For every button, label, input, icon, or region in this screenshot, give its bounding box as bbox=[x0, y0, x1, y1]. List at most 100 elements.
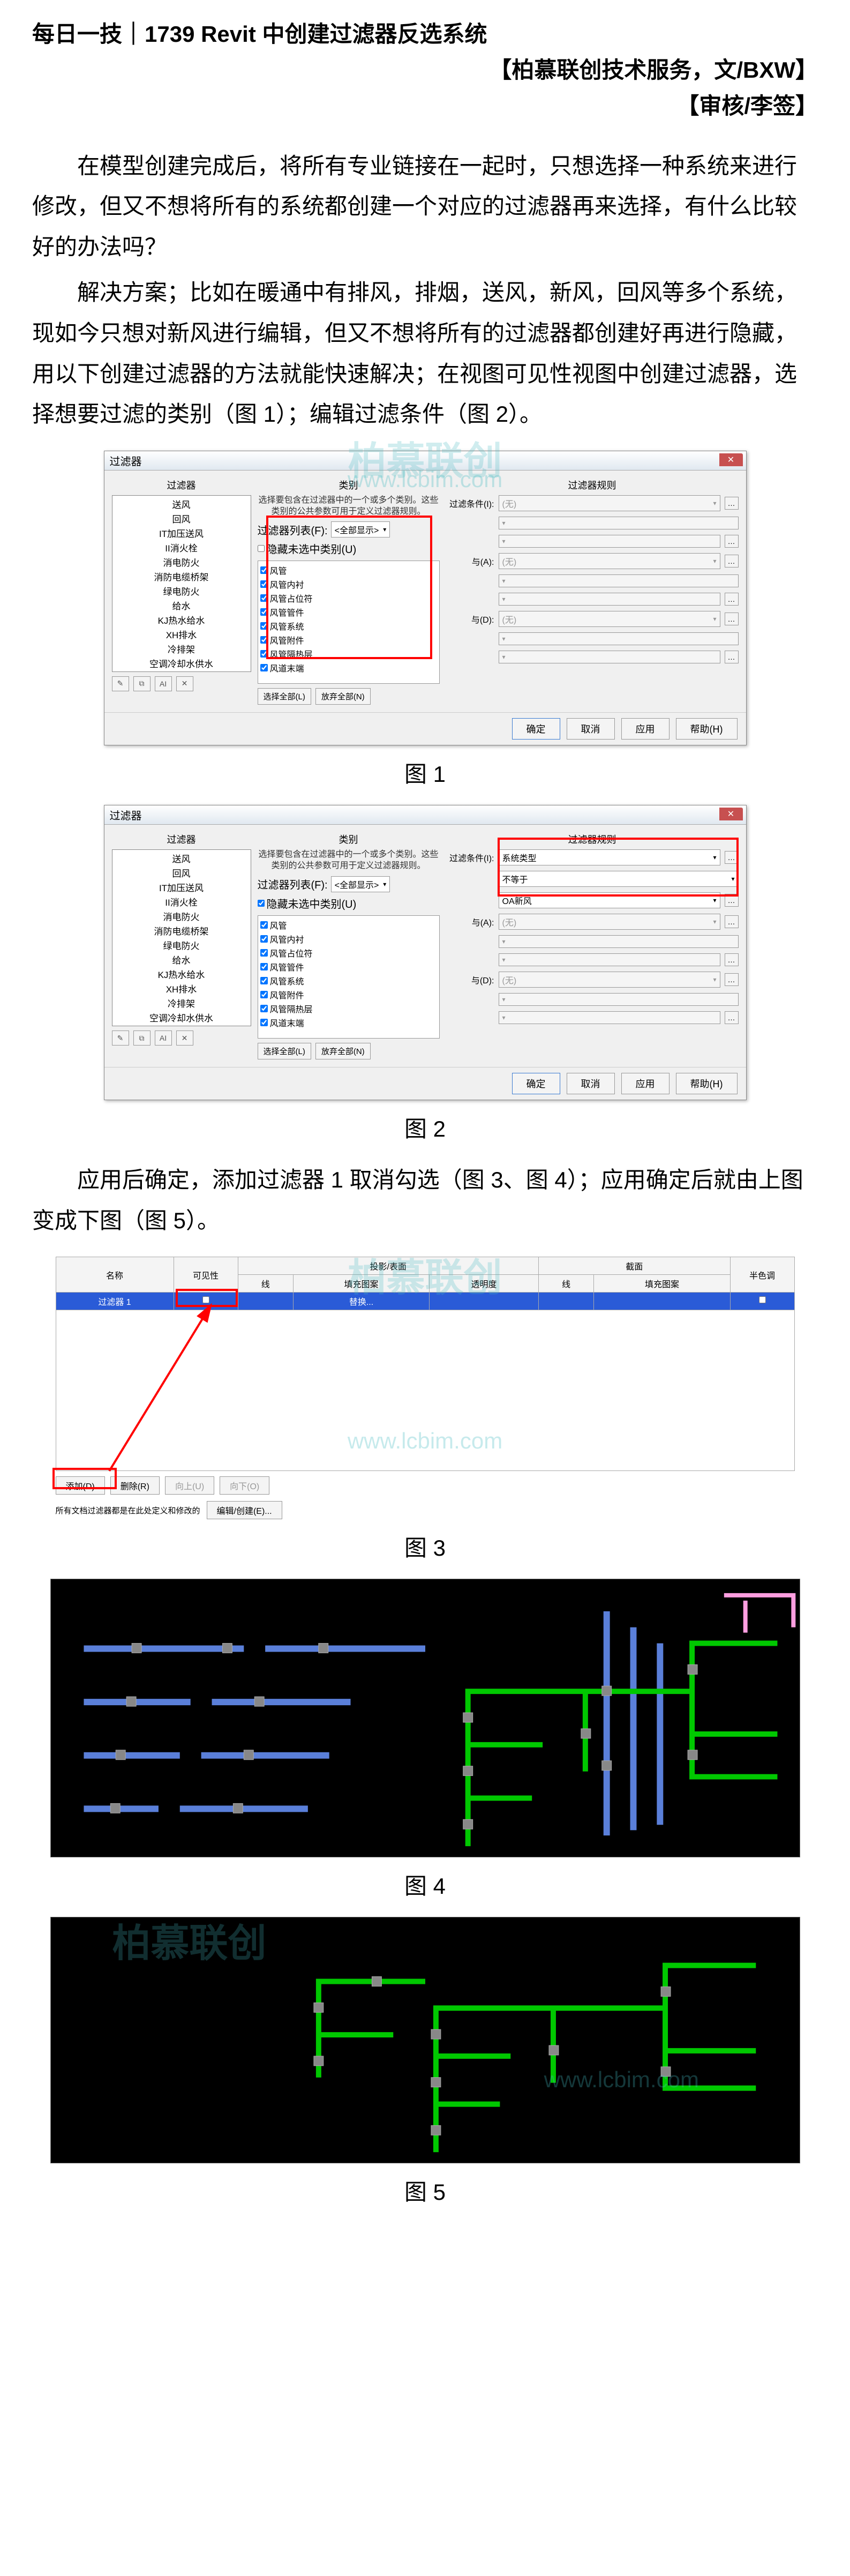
list-item[interactable]: 绿电防火 bbox=[114, 938, 250, 952]
rule-val-combo[interactable] bbox=[499, 593, 720, 606]
filter-listbox[interactable]: 送风 回风 IT加压送风 II消火栓 消电防火 消防电缆桥架 绿电防火 给水 K… bbox=[112, 495, 251, 672]
help-button[interactable]: 帮助(H) bbox=[676, 1073, 738, 1094]
filter-listbox[interactable]: 送风 回风 IT加压送风 II消火栓 消电防火 消防电缆桥架 绿电防火 给水 K… bbox=[112, 849, 251, 1026]
rule-op-combo[interactable]: 不等于 bbox=[499, 871, 739, 887]
list-item[interactable]: 给水 bbox=[114, 952, 250, 967]
rule-extra-button[interactable]: … bbox=[725, 555, 739, 568]
hide-unchecked-checkbox[interactable] bbox=[258, 900, 265, 907]
rule-extra-button[interactable]: … bbox=[725, 613, 739, 625]
list-item[interactable]: 回风 bbox=[114, 511, 250, 526]
category-checkbox[interactable] bbox=[260, 636, 268, 644]
list-item[interactable]: II消火栓 bbox=[114, 894, 250, 909]
remove-button[interactable]: 删除(R) bbox=[110, 1476, 160, 1495]
rule-param-combo[interactable]: (无) bbox=[499, 611, 720, 627]
rule-extra-button[interactable]: … bbox=[725, 973, 739, 986]
rule-extra-button[interactable]: … bbox=[725, 894, 739, 907]
rule-val-combo[interactable] bbox=[499, 953, 720, 966]
dialog-titlebar[interactable]: 过滤器 ✕ bbox=[104, 805, 746, 825]
ok-button[interactable]: 确定 bbox=[512, 1073, 560, 1094]
new-filter-button[interactable]: ✎ bbox=[112, 676, 129, 691]
rename-filter-button[interactable]: AI bbox=[155, 676, 172, 691]
category-checkbox[interactable] bbox=[260, 921, 268, 929]
table-row[interactable]: 过滤器 1 替换... bbox=[56, 1293, 794, 1310]
category-checkbox[interactable] bbox=[260, 949, 268, 957]
category-checkbox[interactable] bbox=[260, 580, 268, 588]
rule-extra-button[interactable]: … bbox=[725, 915, 739, 928]
rule-param-combo[interactable]: (无) bbox=[499, 495, 720, 511]
row-action-cell[interactable]: 替换... bbox=[294, 1293, 430, 1310]
list-item[interactable]: 消电防火 bbox=[114, 909, 250, 923]
list-item[interactable]: KJ热水给水 bbox=[114, 967, 250, 981]
filter-list-combo[interactable]: <全部显示> bbox=[331, 876, 390, 892]
category-checkbox[interactable] bbox=[260, 608, 268, 616]
rule-val-combo[interactable] bbox=[499, 1011, 720, 1024]
list-item[interactable]: IT加压送风 bbox=[114, 526, 250, 540]
category-checkbox[interactable] bbox=[260, 566, 268, 574]
list-item[interactable]: 给水 bbox=[114, 598, 250, 613]
select-all-button[interactable]: 选择全部(L) bbox=[258, 688, 311, 705]
list-item[interactable]: 机械设备 bbox=[114, 670, 250, 672]
category-checkbox[interactable] bbox=[260, 991, 268, 998]
list-item[interactable]: IT加压送风 bbox=[114, 880, 250, 894]
rule-val-combo[interactable]: OA新风 bbox=[499, 892, 720, 908]
rule-param-combo[interactable]: (无) bbox=[499, 914, 720, 930]
category-checkbox[interactable] bbox=[260, 650, 268, 658]
rule-op-combo[interactable] bbox=[499, 574, 739, 587]
list-item[interactable]: KJ热水给水 bbox=[114, 613, 250, 627]
cancel-button[interactable]: 取消 bbox=[567, 1073, 615, 1094]
category-checkbox[interactable] bbox=[260, 1019, 268, 1026]
list-item[interactable]: 消防电缆桥架 bbox=[114, 569, 250, 584]
rule-extra-button[interactable]: … bbox=[725, 535, 739, 548]
visibility-checkbox[interactable] bbox=[202, 1296, 209, 1303]
category-checkbox[interactable] bbox=[260, 622, 268, 630]
copy-filter-button[interactable]: ⧉ bbox=[133, 1031, 151, 1046]
deselect-all-button[interactable]: 放弃全部(N) bbox=[315, 688, 371, 705]
move-down-button[interactable]: 向下(O) bbox=[220, 1476, 269, 1495]
list-item[interactable]: 送风 bbox=[114, 851, 250, 865]
rule-extra-button[interactable]: … bbox=[725, 1011, 739, 1024]
rule-param-combo[interactable]: (无) bbox=[499, 553, 720, 569]
list-item[interactable]: 消防电缆桥架 bbox=[114, 923, 250, 938]
category-checkbox[interactable] bbox=[260, 963, 268, 970]
list-item[interactable]: 回风 bbox=[114, 865, 250, 880]
move-up-button[interactable]: 向上(U) bbox=[165, 1476, 214, 1495]
close-icon[interactable]: ✕ bbox=[719, 453, 743, 466]
category-checkbox[interactable] bbox=[260, 1005, 268, 1012]
deselect-all-button[interactable]: 放弃全部(N) bbox=[315, 1043, 371, 1059]
hide-unchecked-checkbox[interactable] bbox=[258, 545, 265, 552]
ok-button[interactable]: 确定 bbox=[512, 718, 560, 740]
rename-filter-button[interactable]: AI bbox=[155, 1031, 172, 1046]
filter-list-combo[interactable]: <全部显示> bbox=[331, 521, 390, 537]
close-icon[interactable]: ✕ bbox=[719, 808, 743, 820]
category-checkbox[interactable] bbox=[260, 664, 268, 671]
list-item[interactable]: 冷排架 bbox=[114, 996, 250, 1010]
rule-extra-button[interactable]: … bbox=[725, 953, 739, 966]
rule-extra-button[interactable]: … bbox=[725, 593, 739, 606]
list-item[interactable]: II消火栓 bbox=[114, 540, 250, 555]
rule-op-combo[interactable] bbox=[499, 993, 739, 1006]
rule-extra-button[interactable]: … bbox=[725, 851, 739, 864]
delete-filter-button[interactable]: ✕ bbox=[176, 676, 193, 691]
list-item[interactable]: XH排水 bbox=[114, 627, 250, 641]
apply-button[interactable]: 应用 bbox=[621, 718, 670, 740]
list-item[interactable]: 绿电防火 bbox=[114, 584, 250, 598]
rule-op-combo[interactable] bbox=[499, 632, 739, 645]
rule-param-combo[interactable]: 系统类型 bbox=[499, 849, 720, 865]
rule-param-combo[interactable]: (无) bbox=[499, 972, 720, 988]
select-all-button[interactable]: 选择全部(L) bbox=[258, 1043, 311, 1059]
list-item[interactable]: 送风 bbox=[114, 497, 250, 511]
new-filter-button[interactable]: ✎ bbox=[112, 1031, 129, 1046]
list-item[interactable]: 空调冷却水供水 bbox=[114, 1010, 250, 1025]
list-item[interactable]: 空调冷却水供水 bbox=[114, 656, 250, 670]
add-button[interactable]: 添加(D) bbox=[56, 1476, 105, 1495]
category-checklist[interactable]: 风管 风管内衬 风管占位符 风管管件 风管系统 风管附件 风管隔热层 风道末端 bbox=[258, 561, 440, 684]
category-checkbox[interactable] bbox=[260, 935, 268, 943]
edit-create-button[interactable]: 编辑/创建(E)... bbox=[207, 1501, 282, 1519]
list-item[interactable]: 机械设备 bbox=[114, 1025, 250, 1026]
category-checkbox[interactable] bbox=[260, 977, 268, 984]
cancel-button[interactable]: 取消 bbox=[567, 718, 615, 740]
delete-filter-button[interactable]: ✕ bbox=[176, 1031, 193, 1046]
halftone-checkbox[interactable] bbox=[759, 1296, 766, 1303]
rule-op-combo[interactable] bbox=[499, 517, 739, 529]
apply-button[interactable]: 应用 bbox=[621, 1073, 670, 1094]
